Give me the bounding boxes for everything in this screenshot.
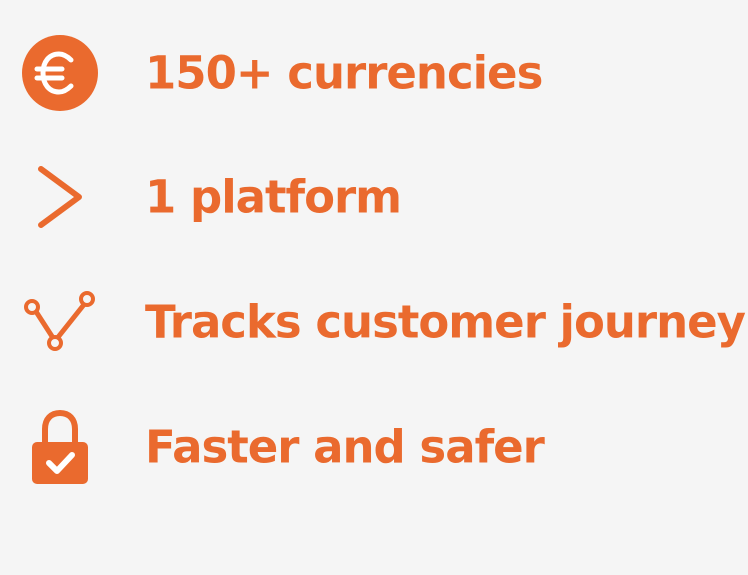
- feature-label: Tracks customer journey: [145, 295, 746, 349]
- feature-currencies: 150+ currencies: [0, 23, 748, 123]
- chevron-right-icon: [18, 155, 102, 239]
- route-path-icon: [18, 280, 102, 364]
- euro-coin-icon: [18, 31, 102, 115]
- feature-label: 150+ currencies: [145, 46, 543, 100]
- feature-platform: 1 platform: [0, 147, 748, 247]
- feature-label: Faster and safer: [145, 420, 545, 474]
- feature-security: Faster and safer: [0, 397, 748, 497]
- feature-customer-journey: Tracks customer journey: [0, 272, 748, 372]
- feature-label: 1 platform: [145, 170, 402, 224]
- feature-list: 150+ currencies 1 platform Tracks custom…: [0, 0, 748, 575]
- padlock-check-icon: [18, 405, 102, 489]
